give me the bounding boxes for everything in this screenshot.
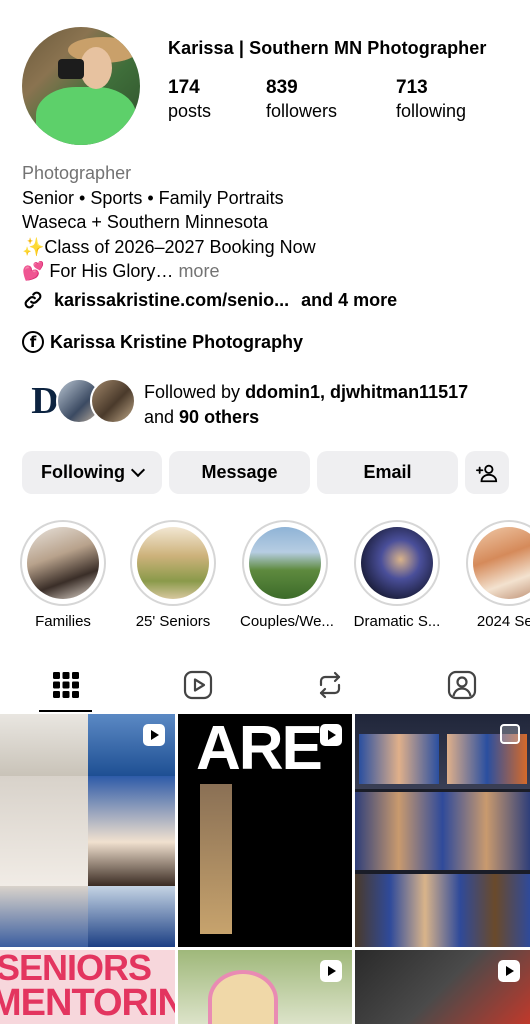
heart-emoji: 💕 bbox=[22, 261, 45, 281]
highlight-25-seniors[interactable]: 25' Seniors bbox=[128, 520, 218, 630]
email-button-label: Email bbox=[363, 462, 412, 482]
mutual-avatar bbox=[90, 378, 136, 424]
highlight-ring bbox=[242, 520, 328, 606]
tagged-icon bbox=[447, 670, 477, 700]
facebook-page-name[interactable]: Karissa Kristine Photography bbox=[50, 332, 303, 353]
followers-count: 839 bbox=[266, 77, 298, 98]
reel-icon bbox=[498, 960, 520, 982]
grid-post[interactable]: ARE bbox=[178, 714, 352, 947]
reel-icon bbox=[143, 724, 165, 746]
highlight-2024-seniors[interactable]: 2024 Sen bbox=[464, 520, 530, 630]
tab-reels[interactable] bbox=[132, 657, 264, 713]
highlight-label: 2024 Sen bbox=[476, 613, 530, 630]
bio-last-text: For His Glory… bbox=[44, 261, 174, 281]
highlight-label: Families bbox=[35, 613, 91, 630]
stat-followers[interactable]: 839 followers bbox=[266, 77, 337, 122]
highlight-ring bbox=[354, 520, 440, 606]
post-overlay-text: MENTORING bbox=[0, 982, 175, 1024]
followed-by-prefix: Followed by bbox=[144, 382, 246, 402]
bio-line: ✨Class of 2026–2027 Booking Now bbox=[22, 236, 316, 257]
followed-by-names: ddomin1, djwhitman11517 bbox=[245, 382, 469, 402]
highlight-families[interactable]: Families bbox=[18, 520, 108, 630]
tab-reposts[interactable] bbox=[264, 657, 396, 713]
mutual-followers-avatars[interactable]: D bbox=[22, 378, 136, 428]
following-label: following bbox=[396, 101, 467, 121]
profile-bio: Photographer Senior • Sports • Family Po… bbox=[22, 161, 316, 284]
post-overlay-text: ARE bbox=[196, 714, 323, 783]
stat-posts[interactable]: 174 posts bbox=[168, 77, 211, 122]
highlight-ring bbox=[466, 520, 530, 606]
profile-avatar[interactable] bbox=[22, 27, 140, 145]
profile-display-name: Karissa | Southern MN Photographer bbox=[168, 38, 487, 58]
bio-line: Senior • Sports • Family Portraits bbox=[22, 187, 284, 208]
highlight-cover bbox=[249, 527, 321, 599]
bio-more-link[interactable]: more bbox=[173, 261, 219, 281]
link-icon bbox=[24, 291, 42, 309]
message-button[interactable]: Message bbox=[169, 451, 310, 494]
carousel-icon bbox=[500, 724, 520, 744]
post-overlay-text: SENIORS bbox=[0, 950, 152, 988]
profile-link-row[interactable]: karissakristine.com/senio... and 4 more bbox=[22, 289, 397, 311]
tab-tagged[interactable] bbox=[396, 657, 528, 713]
following-button[interactable]: Following bbox=[22, 451, 162, 494]
highlight-cover bbox=[473, 527, 530, 599]
reel-icon bbox=[320, 960, 342, 982]
highlight-ring bbox=[20, 520, 106, 606]
facebook-icon: f bbox=[22, 331, 44, 353]
stat-following[interactable]: 713 following bbox=[396, 77, 466, 122]
bio-line: 💕 For His Glory… more bbox=[22, 259, 316, 284]
grid-post[interactable] bbox=[178, 950, 352, 1024]
highlight-label: 25' Seniors bbox=[135, 613, 211, 630]
highlight-label: Couples/We... bbox=[240, 613, 334, 630]
highlight-cover bbox=[137, 527, 209, 599]
highlight-cover bbox=[27, 527, 99, 599]
highlight-couples[interactable]: Couples/We... bbox=[240, 520, 334, 630]
reposts-icon bbox=[319, 671, 341, 699]
posts-label: posts bbox=[168, 101, 212, 121]
grid-post[interactable] bbox=[0, 714, 175, 947]
followers-label: followers bbox=[266, 101, 338, 121]
grid-icon bbox=[53, 672, 79, 698]
grid-post[interactable]: SENIORS MENTORING bbox=[0, 950, 175, 1024]
active-tab-indicator bbox=[39, 710, 92, 712]
add-person-icon bbox=[476, 464, 498, 482]
tab-posts-grid[interactable] bbox=[0, 657, 132, 713]
message-button-label: Message bbox=[201, 462, 278, 482]
reels-icon bbox=[183, 670, 213, 700]
grid-post[interactable] bbox=[355, 950, 530, 1024]
reel-icon bbox=[320, 724, 342, 746]
profile-link[interactable]: karissakristine.com/senio... bbox=[54, 290, 289, 311]
highlight-cover bbox=[361, 527, 433, 599]
suggest-people-button[interactable] bbox=[465, 451, 509, 494]
following-button-label: Following bbox=[41, 462, 125, 482]
highlight-label: Dramatic S... bbox=[353, 613, 441, 630]
followed-by-and: and bbox=[144, 407, 180, 427]
bio-line: Waseca + Southern Minnesota bbox=[22, 212, 268, 232]
highlight-ring bbox=[130, 520, 216, 606]
facebook-link-row[interactable]: f Karissa Kristine Photography bbox=[22, 331, 303, 353]
profile-tabs bbox=[0, 657, 530, 713]
followed-by-text[interactable]: Followed by ddomin1, djwhitman11517 and … bbox=[144, 380, 468, 430]
grid-post[interactable] bbox=[355, 714, 530, 947]
more-links[interactable]: and 4 more bbox=[301, 290, 397, 311]
chevron-down-icon bbox=[130, 462, 146, 477]
email-button[interactable]: Email bbox=[317, 451, 458, 494]
following-count: 713 bbox=[396, 77, 428, 98]
highlight-dramatic[interactable]: Dramatic S... bbox=[352, 520, 442, 630]
followed-by-others: 90 others bbox=[179, 407, 260, 427]
profile-category: Photographer bbox=[22, 163, 132, 183]
posts-count: 174 bbox=[168, 77, 200, 98]
